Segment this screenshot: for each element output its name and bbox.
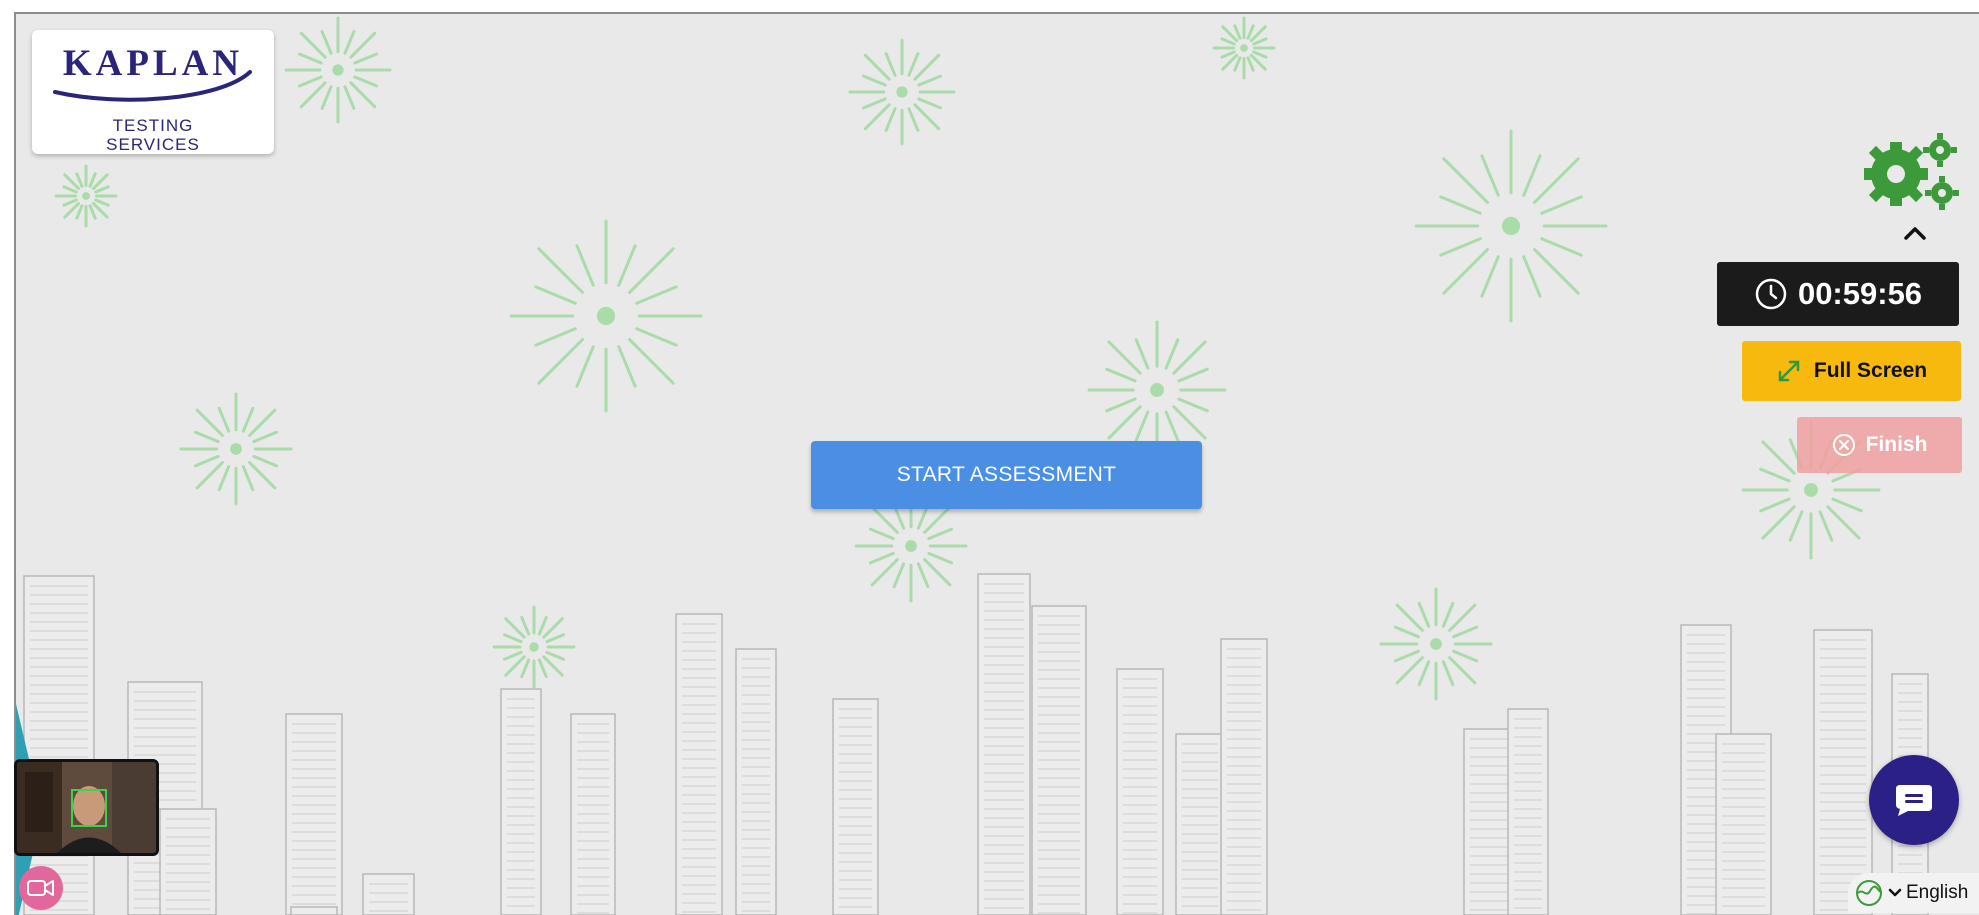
firework-burst (179, 392, 293, 506)
building (1116, 668, 1164, 915)
full-screen-label: Full Screen (1813, 359, 1928, 382)
building (832, 698, 879, 915)
expand-icon (1778, 360, 1800, 382)
firework-burst (509, 219, 703, 413)
clock-icon (1755, 278, 1787, 310)
firework-burst (1087, 320, 1227, 460)
webcam-preview (14, 759, 159, 856)
building (500, 688, 542, 915)
kaplan-logo: KAPLAN TESTING SERVICES (32, 30, 274, 154)
building (1175, 733, 1225, 915)
building (285, 713, 343, 915)
firework-burst (492, 605, 576, 689)
building (1715, 733, 1772, 915)
building (1507, 708, 1549, 915)
firework-burst (1212, 16, 1276, 80)
countdown-timer: 00:59:56 (1717, 262, 1959, 326)
logo-subtitle-line2: SERVICES (106, 135, 200, 154)
language-label: English (1906, 882, 1969, 903)
building (362, 873, 415, 915)
firework-burst (848, 38, 956, 146)
building (570, 713, 616, 915)
language-selector[interactable]: English (1848, 873, 1979, 913)
building (977, 573, 1031, 915)
firework-burst (54, 164, 118, 228)
close-circle-icon (1832, 434, 1855, 456)
building (1813, 629, 1873, 915)
firework-burst (284, 16, 392, 124)
chevron-down-icon (1888, 888, 1902, 897)
logo-subtitle: TESTING SERVICES (32, 116, 274, 154)
chat-button[interactable] (1869, 755, 1959, 845)
finish-button[interactable]: Finish (1797, 417, 1962, 473)
timer-value: 00:59:56 (1797, 276, 1923, 311)
building (735, 648, 777, 915)
chevron-up-icon[interactable] (1900, 223, 1930, 243)
city-skyline (23, 573, 1929, 915)
gears-icon[interactable] (1858, 130, 1963, 212)
logo-subtitle-line1: TESTING (112, 116, 194, 135)
building (1220, 638, 1268, 915)
finish-label: Finish (1865, 433, 1928, 456)
building (290, 906, 338, 915)
webcam-feed (17, 762, 156, 853)
firework-burst (1379, 587, 1493, 701)
building (159, 808, 217, 915)
logo-swoosh (53, 70, 252, 102)
globe-icon (1856, 880, 1882, 906)
full-screen-button[interactable]: Full Screen (1742, 341, 1961, 401)
video-camera-icon (27, 880, 54, 896)
start-assessment-button[interactable]: START ASSESSMENT (811, 441, 1202, 509)
video-camera-button[interactable] (19, 866, 63, 910)
building (675, 613, 723, 915)
building (1031, 605, 1087, 915)
firework-burst (1414, 129, 1608, 323)
chat-icon (1896, 785, 1932, 816)
fireworks (54, 16, 1881, 701)
